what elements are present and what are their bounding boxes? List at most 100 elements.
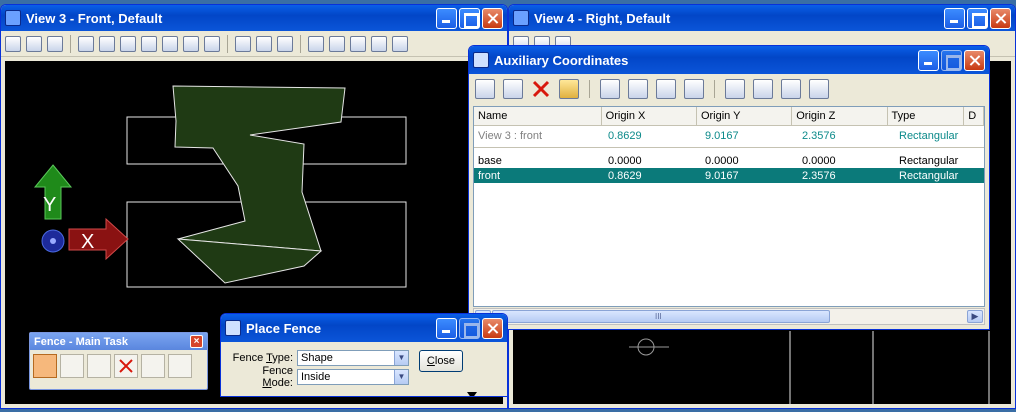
camera-icon[interactable] — [350, 35, 366, 52]
lighting-icon[interactable] — [47, 35, 63, 52]
cell-origin-z: 2.3576 — [802, 169, 836, 182]
toolbar-separator — [300, 34, 301, 53]
define-by-element-icon[interactable] — [600, 79, 620, 99]
new-acs-icon[interactable] — [475, 79, 495, 99]
walk-icon[interactable] — [235, 35, 251, 52]
fence-type-select[interactable]: Shape ▼ — [297, 349, 409, 366]
view-previous-icon[interactable] — [256, 35, 272, 52]
select-acs-icon[interactable] — [781, 79, 801, 99]
close-button[interactable] — [482, 7, 503, 29]
acs-help-icon[interactable] — [809, 79, 829, 99]
manipulate-fence-icon[interactable] — [87, 354, 111, 378]
scroll-right-arrow[interactable]: ▶ — [967, 310, 983, 323]
move-acs-icon[interactable] — [753, 79, 773, 99]
cell-origin-x: 0.8629 — [608, 169, 642, 182]
close-icon[interactable]: × — [190, 335, 203, 348]
place-fence-titlebar[interactable]: Place Fence — [221, 314, 507, 342]
view3-titlebar[interactable]: View 3 - Front, Default — [1, 5, 507, 31]
x-axis-label: X — [81, 231, 94, 253]
fence-task-tools — [30, 350, 207, 382]
fence-task-titlebar[interactable]: Fence - Main Task × — [30, 333, 207, 350]
maximize-button[interactable] — [459, 7, 480, 29]
drop-fence-icon[interactable] — [141, 354, 165, 378]
cell-type: Rectangular — [899, 129, 959, 142]
delete-icon[interactable] — [531, 79, 551, 99]
close-button[interactable] — [990, 7, 1011, 29]
define-by-named-icon[interactable] — [684, 79, 704, 99]
place-fence-dialog: Place Fence Fence Type: Shape ▼ Fence Mod… — [220, 313, 508, 397]
update-view-icon[interactable] — [78, 35, 94, 52]
cell-origin-x: 0.8629 — [608, 129, 642, 142]
view-next-icon[interactable] — [277, 35, 293, 52]
view-toggle-icon[interactable] — [371, 35, 387, 52]
rotate-acs-icon[interactable] — [725, 79, 745, 99]
view-attributes-icon[interactable] — [5, 35, 21, 52]
fence-type-label: Fence Type: — [232, 351, 293, 364]
col-header-type[interactable]: Type — [888, 107, 965, 125]
maximize-button[interactable] — [459, 317, 480, 339]
horizontal-scrollbar[interactable]: ◀ III ▶ — [473, 308, 985, 325]
aux-titlebar[interactable]: Auxiliary Coordinates — [469, 46, 989, 74]
cell-name: base — [478, 154, 502, 167]
close-button[interactable] — [482, 317, 503, 339]
table-row[interactable]: View 3 : front 0.8629 9.0167 2.3576 Rect… — [474, 128, 984, 143]
cell-type: Rectangular — [899, 169, 959, 182]
table-row-selected[interactable]: front 0.8629 9.0167 2.3576 Rectangular — [474, 168, 984, 183]
zoom-out-icon[interactable] — [120, 35, 136, 52]
define-by-points-icon[interactable] — [628, 79, 648, 99]
delete-fence-icon[interactable] — [114, 354, 138, 378]
copy-acs-icon[interactable] — [503, 79, 523, 99]
fit-view-icon[interactable] — [162, 35, 178, 52]
minimize-button[interactable] — [436, 317, 457, 339]
view3-toolbar — [1, 31, 507, 57]
display-style-icon[interactable] — [26, 35, 42, 52]
cell-origin-y: 9.0167 — [705, 169, 739, 182]
maximize-button[interactable] — [967, 7, 988, 29]
open-folder-icon[interactable] — [559, 79, 579, 99]
place-fence-body: Fence Type: Shape ▼ Fence Mode: Inside ▼ C… — [221, 342, 507, 396]
place-fence-icon[interactable] — [33, 354, 57, 378]
fence-mode-select[interactable]: Inside ▼ — [297, 368, 409, 385]
more-tools-icon[interactable] — [392, 35, 408, 52]
fence-shape-polygon — [172, 85, 346, 252]
view4-titlebar[interactable]: View 4 - Right, Default — [509, 5, 1015, 31]
chevron-down-icon[interactable]: ▼ — [394, 369, 408, 384]
define-by-view-icon[interactable] — [656, 79, 676, 99]
col-header-origin-y[interactable]: Origin Y — [697, 107, 793, 125]
microstation-icon — [473, 52, 489, 68]
col-header-name[interactable]: Name — [474, 107, 602, 125]
cell-origin-x: 0.0000 — [608, 154, 642, 167]
file-fence-icon[interactable] — [168, 354, 192, 378]
aux-toolbar — [469, 74, 989, 104]
x-axis-arrow — [68, 217, 129, 261]
view4-title: View 4 - Right, Default — [534, 10, 671, 26]
rotate-view-icon[interactable] — [183, 35, 199, 52]
maximize-button[interactable] — [941, 49, 962, 71]
acs-table: Name Origin X Origin Y Origin Z Type D V… — [473, 106, 985, 307]
zoom-in-icon[interactable] — [99, 35, 115, 52]
scroll-thumb[interactable]: III — [492, 310, 830, 323]
col-header-origin-x[interactable]: Origin X — [602, 107, 697, 125]
minimize-button[interactable] — [436, 7, 457, 29]
col-header-origin-z[interactable]: Origin Z — [792, 107, 888, 125]
modify-fence-icon[interactable] — [60, 354, 84, 378]
cell-type: Rectangular — [899, 154, 959, 167]
table-row[interactable]: base 0.0000 0.0000 0.0000 Rectangular — [474, 153, 984, 168]
pan-view-icon[interactable] — [204, 35, 220, 52]
window-area-icon[interactable] — [141, 35, 157, 52]
cell-origin-y: 9.0167 — [705, 129, 739, 142]
minimize-button[interactable] — [944, 7, 965, 29]
col-header-d[interactable]: D — [964, 107, 984, 125]
cell-origin-y: 0.0000 — [705, 154, 739, 167]
close-dialog-button[interactable]: Close — [419, 350, 463, 372]
close-button[interactable] — [964, 49, 985, 71]
minimize-button[interactable] — [918, 49, 939, 71]
chevron-down-icon[interactable]: ▼ — [394, 350, 408, 365]
z-axis-dot — [50, 238, 56, 244]
expand-arrow-icon[interactable] — [467, 392, 477, 396]
toolbar-separator — [589, 80, 590, 98]
clip-mask-icon[interactable] — [329, 35, 345, 52]
microstation-icon — [225, 320, 241, 336]
clip-volume-icon[interactable] — [308, 35, 324, 52]
aux-title: Auxiliary Coordinates — [494, 52, 629, 68]
